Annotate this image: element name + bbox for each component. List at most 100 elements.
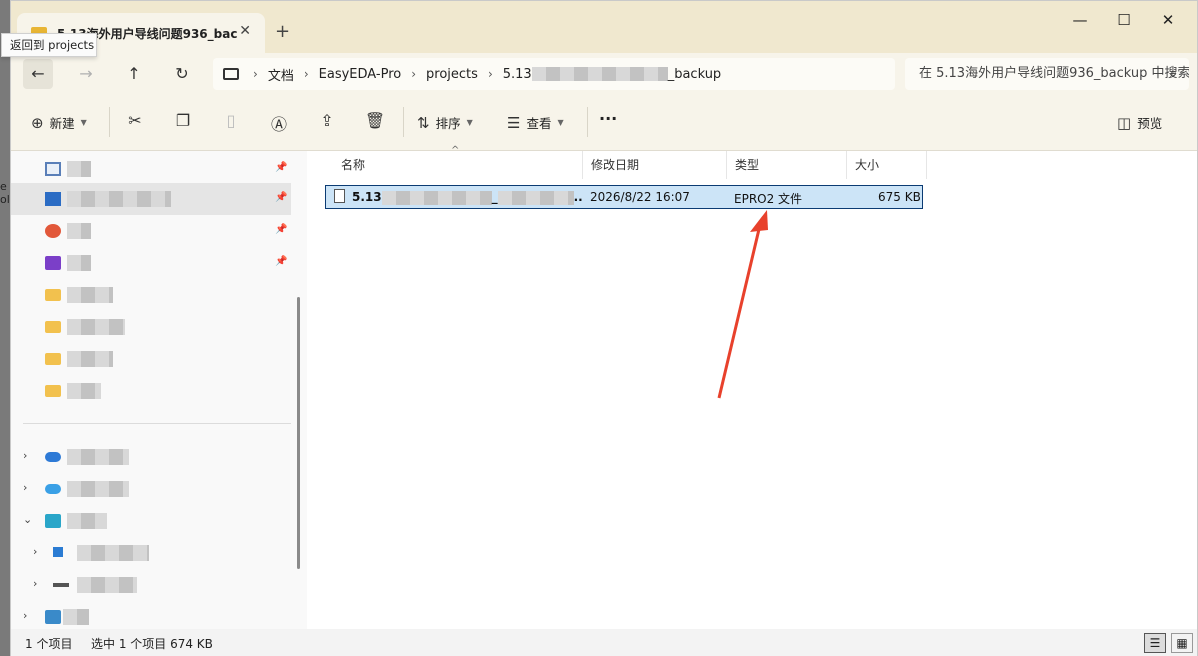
pin-icon[interactable]: 📌	[275, 256, 287, 267]
redacted-text	[497, 190, 574, 205]
redacted-text	[67, 191, 171, 207]
column-header-name[interactable]: 名称	[333, 151, 583, 179]
forward-button[interactable]: →	[71, 59, 101, 89]
sidebar-item-folder[interactable]	[11, 343, 291, 375]
view-button[interactable]: ☰ 查看 ▼	[507, 113, 564, 132]
pin-icon[interactable]: 📌	[275, 224, 287, 235]
selection-info: 选中 1 个项目 674 KB	[91, 637, 213, 651]
redacted-text	[67, 161, 91, 177]
search-box[interactable]: 在 5.13海外用户导线问题936_backup 中搜索 ⌕	[905, 58, 1189, 90]
sidebar-scrollbar[interactable]	[297, 297, 300, 569]
redacted-text	[531, 67, 668, 81]
sidebar-item-folder[interactable]	[11, 375, 291, 407]
new-tab-button[interactable]: +	[275, 21, 290, 42]
chevron-right-icon[interactable]: ›	[33, 577, 37, 590]
more-options-button[interactable]: ···	[599, 109, 617, 128]
sidebar-item-folder[interactable]	[11, 311, 291, 343]
folder-icon	[45, 321, 61, 333]
search-placeholder: 在 5.13海外用户导线问题936_backup 中搜索	[919, 66, 1189, 81]
sidebar-item-folder[interactable]	[11, 279, 291, 311]
chevron-down-icon: ▼	[557, 118, 564, 127]
delete-icon[interactable]: 🗑	[363, 111, 387, 130]
column-header-size[interactable]: 大小	[847, 151, 927, 179]
rename-icon[interactable]: Ⓐ	[267, 111, 291, 135]
pin-icon[interactable]: 📌	[275, 192, 287, 203]
folder-icon	[45, 353, 61, 365]
file-name-suffix: ..	[573, 190, 583, 204]
redacted-text	[63, 609, 89, 625]
address-bar[interactable]: › 文档 › EasyEDA-Pro › projects › 5.13 _bac…	[213, 58, 895, 90]
chevron-down-icon[interactable]: ⌄	[23, 513, 32, 526]
sidebar-item-onedrive-personal[interactable]: ›	[11, 473, 291, 505]
pin-icon[interactable]: 📌	[275, 162, 287, 173]
plus-circle-icon: ⊕	[31, 113, 44, 132]
column-header-type[interactable]: 类型	[727, 151, 847, 179]
sidebar-item-music[interactable]: 📌	[11, 215, 291, 247]
breadcrumb-separator: ›	[303, 67, 309, 81]
sort-button[interactable]: ⇅ 排序 ▼	[417, 113, 473, 132]
chevron-right-icon[interactable]: ›	[23, 609, 27, 622]
back-button[interactable]: ←	[23, 59, 53, 89]
redacted-text	[77, 577, 137, 593]
file-explorer-window: 5.13海外用户导线问题936_backup ✕ + — ☐ ✕ 返回到 pro…	[1, 0, 1198, 656]
preview-pane-button[interactable]: ◫ 预览	[1117, 113, 1162, 132]
sidebar-item-videos[interactable]: 📌	[11, 247, 291, 279]
breadcrumb-easyeda-pro[interactable]: EasyEDA-Pro	[319, 67, 402, 82]
new-button[interactable]: ⊕ 新建 ▼	[31, 113, 87, 132]
sidebar-item-local-disk[interactable]: ›	[11, 537, 291, 569]
back-tooltip: 返回到 projects	[1, 33, 97, 57]
sidebar-item-documents[interactable]: 📌	[11, 153, 291, 185]
network-icon	[45, 610, 61, 624]
scissors-icon[interactable]: ✂	[123, 111, 147, 130]
navigation-bar: ← → ↑ ↻ › 文档 › EasyEDA-Pro › projects › …	[11, 53, 1197, 95]
close-tab-icon[interactable]: ✕	[239, 23, 251, 39]
sidebar-divider	[23, 423, 291, 424]
sidebar-item-onedrive[interactable]: ›	[11, 441, 291, 473]
this-pc-icon	[223, 68, 239, 80]
file-name: 5.13 _..	[352, 190, 583, 205]
breadcrumb-current-folder[interactable]: 5.13 _backup	[503, 67, 721, 82]
chevron-right-icon[interactable]: ›	[33, 545, 37, 558]
table-row[interactable]: 5.13 _.. 2026/8/22 16:07 EPRO2 文件 675 KB	[325, 185, 923, 209]
minimize-button[interactable]: —	[1065, 11, 1095, 29]
sidebar-item-pictures[interactable]: 📌	[11, 183, 291, 215]
computer-icon	[45, 514, 61, 528]
preview-pane-icon: ◫	[1117, 113, 1132, 132]
new-label: 新建	[49, 116, 75, 131]
command-bar: ⊕ 新建 ▼ ✂ ❐ ▯ Ⓐ ⇪ 🗑 ⇅ 排序 ▼ ☰ 查看 ▼ ··· ◫ 预…	[11, 95, 1197, 151]
file-icon	[334, 189, 345, 203]
list-view-icon: ☰	[507, 113, 521, 132]
copy-icon[interactable]: ❐	[171, 111, 195, 130]
pictures-icon	[45, 192, 61, 206]
redacted-text	[67, 287, 113, 303]
chevron-right-icon[interactable]: ›	[23, 481, 27, 494]
breadcrumb-projects[interactable]: projects	[426, 67, 478, 82]
redacted-text	[67, 223, 91, 239]
sidebar-item-data-disk[interactable]: ›	[11, 569, 291, 601]
breadcrumb-separator: ›	[411, 67, 417, 81]
redacted-text	[67, 351, 113, 367]
redacted-text	[67, 481, 129, 497]
breadcrumb-documents[interactable]: 文档	[268, 65, 294, 84]
sort-label: 排序	[435, 116, 461, 131]
breadcrumb-current-prefix: 5.13	[502, 66, 532, 82]
share-icon[interactable]: ⇪	[315, 111, 339, 130]
details-view-button[interactable]: ☰	[1144, 633, 1166, 653]
tiles-view-button[interactable]: ▦	[1171, 633, 1193, 653]
cloud-icon	[45, 452, 61, 462]
music-icon	[45, 224, 61, 238]
file-modified: 2026/8/22 16:07	[590, 190, 690, 204]
breadcrumb-current-suffix: _backup	[667, 66, 722, 82]
redacted-text	[381, 190, 492, 205]
paste-icon[interactable]: ▯	[219, 111, 243, 130]
up-button[interactable]: ↑	[119, 59, 149, 89]
file-type: EPRO2 文件	[734, 192, 803, 206]
sidebar-item-this-pc[interactable]: ⌄	[11, 505, 291, 537]
redacted-text	[67, 255, 91, 271]
redacted-text	[77, 545, 149, 561]
chevron-right-icon[interactable]: ›	[23, 449, 27, 462]
close-window-button[interactable]: ✕	[1153, 11, 1183, 29]
refresh-button[interactable]: ↻	[167, 59, 197, 89]
maximize-button[interactable]: ☐	[1109, 11, 1139, 29]
column-header-modified[interactable]: 修改日期	[583, 151, 727, 179]
